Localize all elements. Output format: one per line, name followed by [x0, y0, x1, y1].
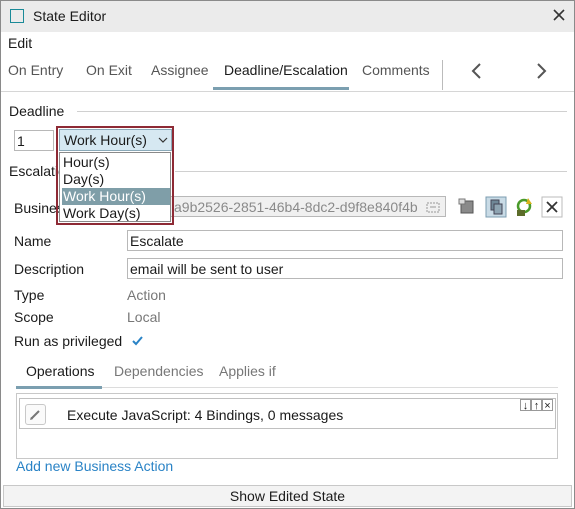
chevron-left-icon[interactable]	[468, 61, 486, 81]
business-action-id-field: a9b2526-2851-46b4-8dc2-d9f8e840f4b	[127, 196, 446, 217]
deadline-section-label: Deadline	[9, 103, 65, 119]
chevron-down-icon	[158, 137, 168, 143]
remove-operation-button[interactable]: ×	[542, 399, 553, 412]
clear-field-icon[interactable]	[426, 200, 440, 214]
scope-label: Scope	[14, 309, 54, 325]
tab-deadline-escalation[interactable]: Deadline/Escalation	[224, 62, 348, 78]
name-field[interactable]: Escalate	[127, 230, 563, 251]
select-action-icon[interactable]	[457, 196, 479, 218]
deadline-unit-options: Hour(s) Day(s) Work Hour(s) Work Day(s)	[59, 152, 171, 222]
tab-assignee[interactable]: Assignee	[151, 62, 209, 78]
description-label: Description	[14, 261, 85, 277]
move-down-button[interactable]: ↓	[520, 399, 531, 412]
deadline-unit-selected: Work Hour(s)	[64, 132, 147, 148]
option-work-hours[interactable]: Work Hour(s)	[62, 188, 170, 205]
edit-operation-button[interactable]	[25, 404, 46, 425]
subtab-operations[interactable]: Operations	[26, 363, 94, 379]
business-action-id: a9b2526-2851-46b4-8dc2-d9f8e840f4b	[174, 199, 418, 215]
option-work-days[interactable]: Work Day(s)	[62, 205, 170, 222]
run-privileged-checkbox[interactable]	[131, 334, 144, 347]
open-action-icon[interactable]	[485, 196, 507, 218]
state-editor-window: State Editor Edit On Entry On Exit Assig…	[0, 0, 575, 509]
chevron-right-icon[interactable]	[532, 61, 550, 81]
type-label: Type	[14, 287, 45, 303]
deadline-amount-field[interactable]: 1	[14, 130, 54, 151]
tab-on-exit[interactable]: On Exit	[86, 62, 132, 78]
menu-edit[interactable]: Edit	[8, 35, 32, 51]
option-hours[interactable]: Hour(s)	[62, 154, 170, 171]
close-icon[interactable]	[550, 6, 568, 24]
subtab-dependencies[interactable]: Dependencies	[114, 363, 204, 379]
escalation-divider	[175, 171, 567, 172]
window-title: State Editor	[33, 8, 107, 24]
active-subtab-indicator	[16, 386, 102, 389]
deadline-divider	[77, 111, 567, 112]
option-days[interactable]: Day(s)	[62, 171, 170, 188]
subtab-divider	[102, 387, 558, 388]
subtab-applies-if[interactable]: Applies if	[219, 363, 276, 379]
tab-separator	[442, 60, 443, 90]
name-label: Name	[14, 233, 52, 249]
title-bar: State Editor	[1, 1, 574, 32]
add-business-action-link[interactable]: Add new Business Action	[16, 458, 173, 474]
move-up-button[interactable]: ↑	[531, 399, 542, 412]
active-tab-indicator	[213, 87, 349, 90]
type-value: Action	[127, 287, 166, 303]
menu-bar: Edit	[1, 32, 574, 54]
window-icon	[10, 9, 24, 23]
scope-value: Local	[127, 309, 161, 325]
operation-description: Execute JavaScript: 4 Bindings, 0 messag…	[67, 407, 344, 423]
refresh-action-icon[interactable]	[513, 196, 535, 218]
deadline-unit-select[interactable]: Work Hour(s)	[59, 129, 172, 151]
show-edited-state-button[interactable]: Show Edited State	[3, 485, 572, 507]
pencil-icon	[30, 410, 40, 420]
description-field[interactable]: email will be sent to user	[127, 258, 563, 279]
run-privileged-label: Run as privileged	[14, 333, 123, 349]
remove-action-icon[interactable]	[541, 196, 563, 218]
tab-on-entry[interactable]: On Entry	[8, 62, 63, 78]
tab-comments[interactable]: Comments	[362, 62, 430, 78]
